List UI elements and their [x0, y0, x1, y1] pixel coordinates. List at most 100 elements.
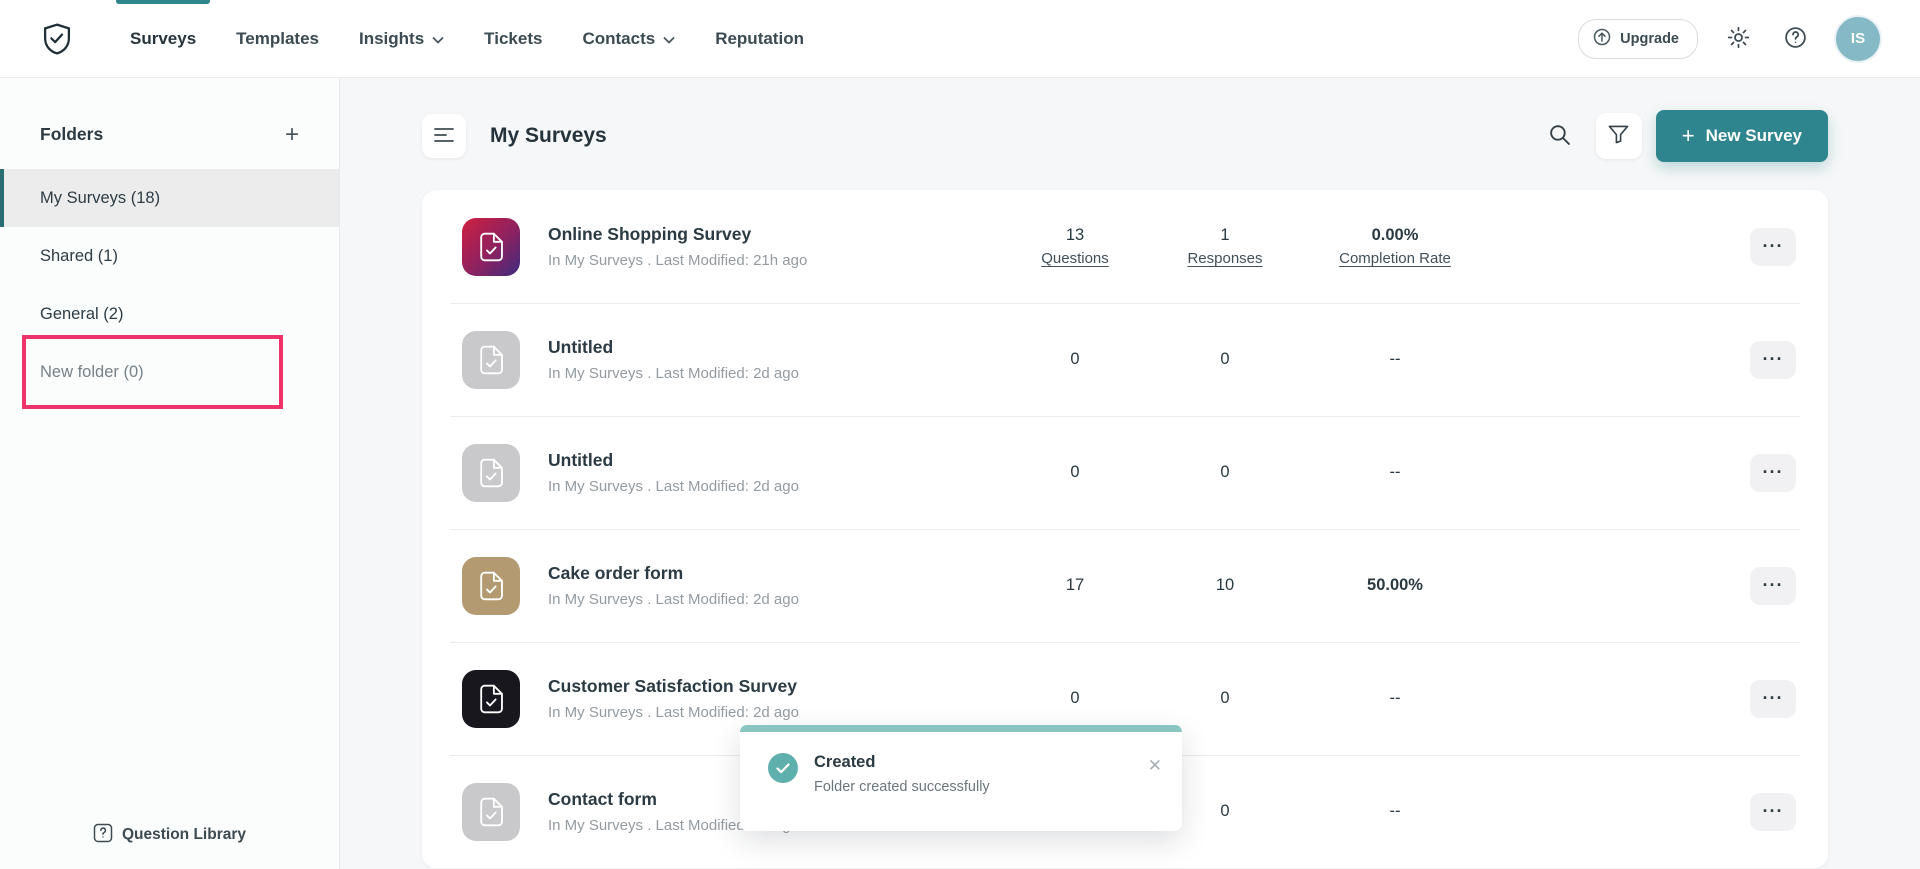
filter-funnel-icon	[1608, 125, 1629, 147]
survey-title[interactable]: Cake order form	[548, 563, 1000, 584]
survey-title[interactable]: Untitled	[548, 450, 1000, 471]
question-library-button[interactable]: Question Library	[0, 813, 339, 857]
add-folder-button[interactable]: +	[285, 125, 299, 145]
questions-stat: 13 Questions	[1000, 226, 1150, 267]
nav-item-templates[interactable]: Templates	[236, 0, 319, 77]
question-library-icon	[93, 823, 113, 848]
new-survey-button[interactable]: + New Survey	[1656, 110, 1828, 162]
sidebar-toggle-button[interactable]	[422, 114, 466, 158]
folder-label: My Surveys (18)	[40, 189, 160, 208]
questions-count: 0	[1070, 463, 1079, 482]
survey-doc-icon	[462, 218, 520, 276]
sidebar-item-new-folder[interactable]: New folder (0)	[0, 343, 339, 401]
responses-stat: 10	[1150, 576, 1300, 595]
main-nav: Surveys Templates Insights Tickets Conta…	[130, 0, 804, 77]
survey-row[interactable]: Online Shopping Survey In My Surveys . L…	[422, 190, 1828, 303]
list-toggle-icon	[434, 127, 454, 146]
responses-count: 0	[1220, 350, 1229, 369]
completion-rate: --	[1390, 350, 1401, 369]
row-menu-button[interactable]: ···	[1750, 454, 1796, 492]
new-survey-label: New Survey	[1706, 126, 1802, 146]
ellipsis-icon: ···	[1763, 462, 1784, 483]
responses-stat: 0	[1150, 689, 1300, 708]
success-check-icon	[768, 753, 798, 783]
close-icon: ✕	[1148, 756, 1162, 775]
nav-label: Templates	[236, 29, 319, 49]
questions-link[interactable]: Questions	[1041, 250, 1109, 267]
completion-rate: --	[1390, 463, 1401, 482]
row-menu-button[interactable]: ···	[1750, 567, 1796, 605]
app-logo-shield-icon[interactable]	[40, 20, 74, 58]
nav-right-actions: Upgrade IS	[1578, 17, 1880, 61]
sidebar-item-shared[interactable]: Shared (1)	[0, 227, 339, 285]
responses-stat: 1 Responses	[1150, 226, 1300, 267]
toast-close-button[interactable]: ✕	[1148, 757, 1162, 774]
chevron-down-icon	[432, 29, 444, 49]
survey-doc-icon	[462, 783, 520, 841]
completion-rate: 0.00%	[1372, 226, 1419, 245]
filter-button[interactable]	[1596, 113, 1642, 159]
completion-stat: --	[1300, 802, 1490, 821]
row-menu-button[interactable]: ···	[1750, 680, 1796, 718]
survey-meta: In My Surveys . Last Modified: 2d ago	[548, 365, 1000, 382]
completion-rate-link[interactable]: Completion Rate	[1339, 250, 1451, 267]
sidebar-item-general[interactable]: General (2)	[0, 285, 339, 343]
questions-stat: 0	[1000, 689, 1150, 708]
survey-title[interactable]: Untitled	[548, 337, 1000, 358]
ellipsis-icon: ···	[1763, 801, 1784, 822]
survey-meta: In My Surveys . Last Modified: 21h ago	[548, 252, 1000, 269]
row-menu-button[interactable]: ···	[1750, 793, 1796, 831]
questions-count: 17	[1066, 576, 1084, 595]
upgrade-badge-icon	[1593, 28, 1611, 50]
nav-item-insights[interactable]: Insights	[359, 0, 444, 77]
avatar-initials: IS	[1851, 30, 1865, 47]
row-menu-button[interactable]: ···	[1750, 228, 1796, 266]
nav-item-reputation[interactable]: Reputation	[715, 0, 804, 77]
responses-link[interactable]: Responses	[1187, 250, 1262, 267]
survey-row[interactable]: Untitled In My Surveys . Last Modified: …	[422, 416, 1828, 529]
survey-meta: In My Surveys . Last Modified: 2d ago	[548, 591, 1000, 608]
completion-rate: --	[1390, 802, 1401, 821]
question-circle-icon	[1783, 25, 1808, 53]
nav-label: Reputation	[715, 29, 804, 49]
toast-title: Created	[814, 753, 990, 772]
row-menu-button[interactable]: ···	[1750, 341, 1796, 379]
survey-doc-icon	[462, 331, 520, 389]
ellipsis-icon: ···	[1763, 688, 1784, 709]
questions-stat: 17	[1000, 576, 1150, 595]
upgrade-button[interactable]: Upgrade	[1578, 19, 1698, 59]
toast-progress-bar	[740, 725, 1182, 732]
completion-stat: 50.00%	[1300, 576, 1490, 595]
responses-stat: 0	[1150, 350, 1300, 369]
responses-count: 0	[1220, 802, 1229, 821]
folders-sidebar: Folders + My Surveys (18) Shared (1) Gen…	[0, 78, 340, 869]
completion-stat: --	[1300, 689, 1490, 708]
nav-item-surveys[interactable]: Surveys	[130, 0, 196, 77]
completion-stat: 0.00% Completion Rate	[1300, 226, 1490, 267]
responses-count: 1	[1220, 226, 1229, 245]
search-button[interactable]	[1538, 114, 1582, 158]
folders-title: Folders	[40, 124, 103, 145]
completion-rate: --	[1390, 689, 1401, 708]
questions-count: 0	[1070, 689, 1079, 708]
chevron-down-icon	[663, 29, 675, 49]
questions-stat: 0	[1000, 350, 1150, 369]
questions-count: 13	[1066, 226, 1084, 245]
nav-label: Surveys	[130, 29, 196, 49]
survey-title[interactable]: Online Shopping Survey	[548, 224, 1000, 245]
survey-row[interactable]: Cake order form In My Surveys . Last Mod…	[422, 529, 1828, 642]
help-button[interactable]	[1779, 21, 1812, 57]
sidebar-item-my-surveys[interactable]: My Surveys (18)	[0, 169, 339, 227]
survey-meta: In My Surveys . Last Modified: 2d ago	[548, 704, 1000, 721]
nav-item-tickets[interactable]: Tickets	[484, 0, 542, 77]
settings-button[interactable]	[1722, 21, 1755, 57]
survey-row[interactable]: Untitled In My Surveys . Last Modified: …	[422, 303, 1828, 416]
responses-count: 0	[1220, 463, 1229, 482]
responses-stat: 0	[1150, 463, 1300, 482]
nav-item-contacts[interactable]: Contacts	[582, 0, 675, 77]
user-avatar[interactable]: IS	[1836, 17, 1880, 61]
survey-title[interactable]: Customer Satisfaction Survey	[548, 676, 1000, 697]
completion-stat: --	[1300, 350, 1490, 369]
nav-label: Tickets	[484, 29, 542, 49]
top-navigation: Surveys Templates Insights Tickets Conta…	[0, 0, 1920, 78]
